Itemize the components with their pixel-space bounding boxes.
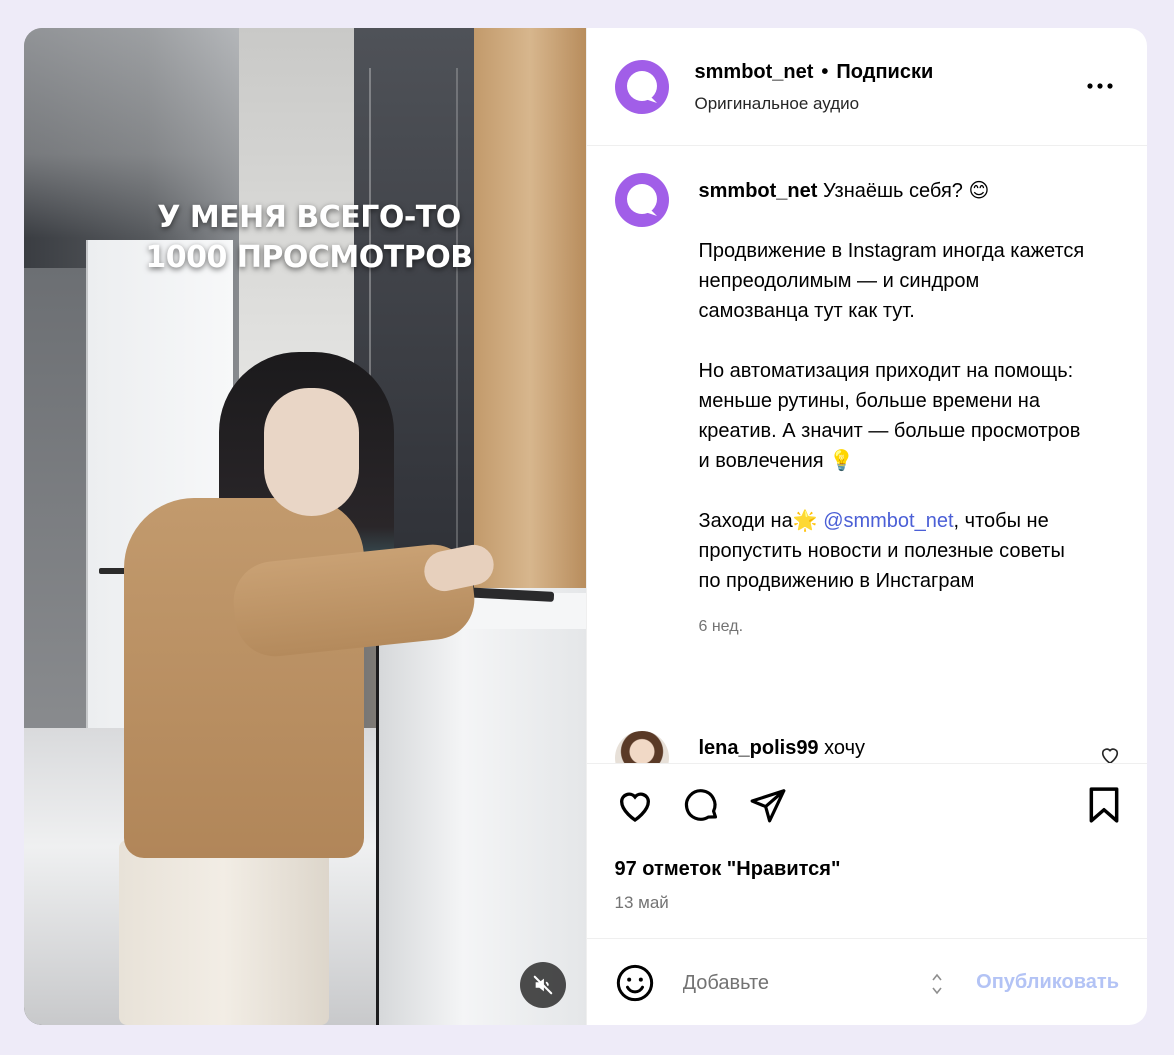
- video-frame-wood-panel: [474, 28, 586, 628]
- commenter-username-link[interactable]: lena_polis99: [699, 737, 819, 759]
- muted-speaker-icon: [533, 975, 553, 995]
- caption-paragraph-2: Но автоматизация приходит на помощь: мен…: [698, 360, 1081, 472]
- comments-section[interactable]: smmbot_net Узнаёшь себя? 😊 Продвижение в…: [587, 146, 1148, 763]
- comment-text-line: lena_polis99 хочу: [699, 737, 866, 760]
- likes-count[interactable]: 97 отметок "Нравится": [615, 858, 841, 881]
- account-avatar[interactable]: [614, 60, 669, 114]
- comment-composer: Опубликовать: [586, 938, 1147, 1025]
- reel-video[interactable]: У МЕНЯ ВСЕГО-ТО 1000 ПРОСМОТРОВ: [24, 28, 586, 1025]
- caption-paragraph-1: Продвижение в Instagram иногда кажется н…: [698, 240, 1085, 322]
- mute-toggle-button[interactable]: [520, 962, 566, 1008]
- overlay-line-2: 1000 ПРОСМОТРОВ: [145, 240, 473, 275]
- save-bookmark-icon[interactable]: [1087, 786, 1121, 824]
- video-person-face: [264, 388, 359, 516]
- resize-handle-icon: [931, 973, 942, 995]
- post-date[interactable]: 13 май: [615, 893, 669, 913]
- caption-first-line: Узнаёшь себя? 😊: [822, 180, 990, 202]
- video-person-legs: [119, 840, 329, 1025]
- comment-bubble-icon[interactable]: [683, 786, 721, 824]
- more-horizontal-icon[interactable]: [1085, 78, 1115, 94]
- following-button[interactable]: Подписки: [836, 61, 933, 83]
- post-header: smmbot_net • Подписки Оригинальное аудио: [586, 28, 1147, 146]
- publish-button[interactable]: Опубликовать: [976, 971, 1119, 994]
- comment-item: lena_polis99 хочу: [614, 731, 1135, 763]
- post-actions: 97 отметок "Нравится" 13 май: [586, 763, 1147, 938]
- header-username-link[interactable]: smmbot_net: [695, 61, 814, 83]
- video-person-jacket: [124, 498, 364, 858]
- emoji-smile-icon[interactable]: [615, 963, 655, 1003]
- caption-author-avatar[interactable]: [614, 173, 669, 227]
- mention-link[interactable]: @smmbot_net: [823, 510, 953, 532]
- caption-timestamp[interactable]: 6 нед.: [699, 612, 1089, 642]
- post-card: У МЕНЯ ВСЕГО-ТО 1000 ПРОСМОТРОВ smmbot_n…: [24, 28, 1147, 1025]
- video-overlay-caption: У МЕНЯ ВСЕГО-ТО 1000 ПРОСМОТРОВ: [129, 198, 489, 278]
- comment-heart-icon[interactable]: [1099, 745, 1121, 763]
- video-frame-cabinet: [376, 588, 586, 1025]
- overlay-line-1: У МЕНЯ ВСЕГО-ТО: [157, 200, 461, 235]
- share-send-icon[interactable]: [749, 786, 787, 824]
- video-frame-wall: [24, 268, 86, 768]
- header-account-line: smmbot_net • Подписки: [695, 61, 934, 84]
- comment-text: хочу: [824, 737, 866, 759]
- comment-input[interactable]: [680, 967, 915, 999]
- header-separator: •: [821, 61, 829, 83]
- post-caption: smmbot_net Узнаёшь себя? 😊 Продвижение в…: [699, 176, 1089, 642]
- original-audio-link[interactable]: Оригинальное аудио: [695, 94, 860, 114]
- caption-paragraph-3-prefix: Заходи на🌟: [698, 510, 824, 532]
- post-details-panel: smmbot_net • Подписки Оригинальное аудио s…: [585, 28, 1148, 1025]
- like-heart-icon[interactable]: [615, 786, 655, 824]
- caption-username-link[interactable]: smmbot_net: [699, 180, 818, 202]
- commenter-avatar[interactable]: [614, 731, 669, 763]
